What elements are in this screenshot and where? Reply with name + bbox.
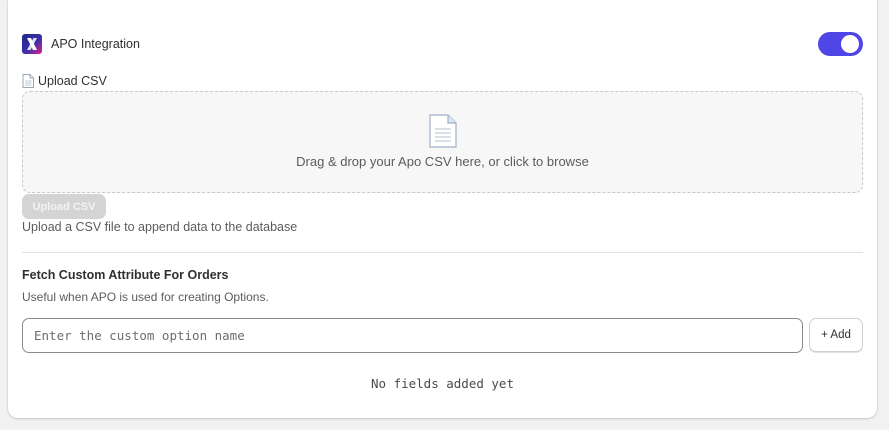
upload-help-text: Upload a CSV file to append data to the … xyxy=(22,220,298,234)
empty-fields-message: No fields added yet xyxy=(371,376,514,391)
app-title: APO Integration xyxy=(51,37,140,51)
document-icon xyxy=(22,74,34,88)
section-divider xyxy=(22,252,863,253)
custom-attributes-description: Useful when APO is used for creating Opt… xyxy=(22,290,269,304)
add-option-button[interactable]: + Add xyxy=(809,318,863,352)
toggle-knob xyxy=(841,35,859,53)
dropzone-text: Drag & drop your Apo CSV here, or click … xyxy=(296,154,589,169)
integration-header: APO Integration xyxy=(22,32,863,56)
custom-option-input[interactable] xyxy=(22,318,803,353)
apo-integration-card: APO Integration Upload CSV Drag & drop y… xyxy=(8,0,877,418)
brand: APO Integration xyxy=(22,34,140,54)
integration-toggle[interactable] xyxy=(818,32,863,56)
upload-csv-button[interactable]: Upload CSV xyxy=(22,194,106,219)
custom-attributes-title: Fetch Custom Attribute For Orders xyxy=(22,268,229,282)
document-icon xyxy=(428,114,457,148)
upload-section-title: Upload CSV xyxy=(38,74,107,88)
csv-dropzone[interactable]: Drag & drop your Apo CSV here, or click … xyxy=(22,91,863,193)
apo-x-logo-icon xyxy=(22,34,42,54)
upload-section-label: Upload CSV xyxy=(22,74,107,88)
